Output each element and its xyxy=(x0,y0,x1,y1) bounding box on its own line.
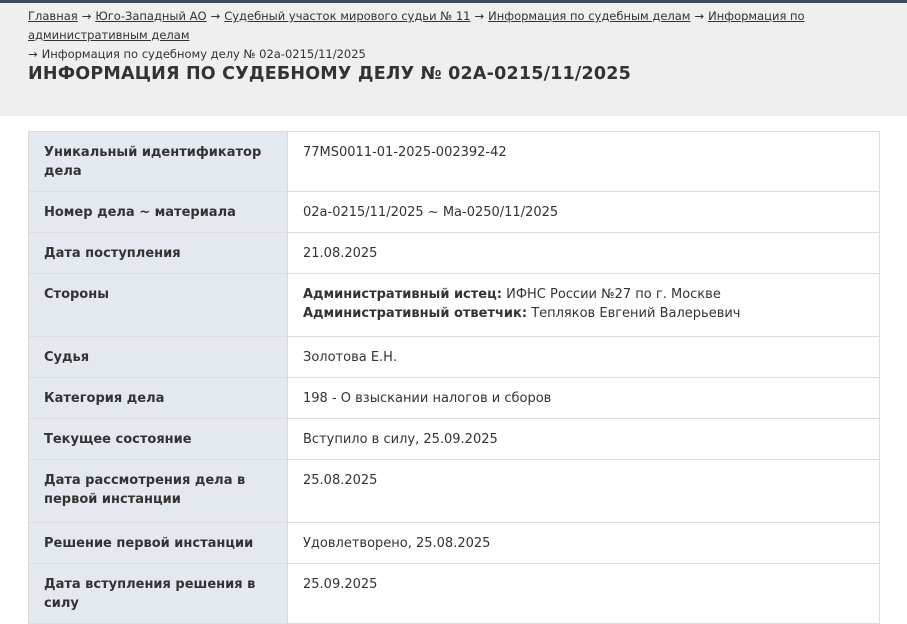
row-value: 21.08.2025 xyxy=(287,232,880,274)
parties-value: Административный истец: ИФНС России №27 … xyxy=(287,273,880,337)
table-row: Стороны Административный истец: ИФНС Рос… xyxy=(28,273,880,337)
breadcrumb-separator: → xyxy=(28,47,38,61)
breadcrumb-separator: → xyxy=(210,9,221,23)
row-label: Дата поступления xyxy=(28,232,288,274)
row-label: Текущее состояние xyxy=(28,418,288,460)
party-role: Административный ответчик: xyxy=(303,306,528,321)
row-value: 25.08.2025 xyxy=(287,459,880,523)
row-value: Золотова Е.Н. xyxy=(287,336,880,378)
page-header: Главная → Юго-Западный АО → Судебный участок… xyxy=(0,3,907,116)
table-row: Дата рассмотрения дела в первой инстанци… xyxy=(28,459,880,523)
row-label: Судья xyxy=(28,336,288,378)
party-name: Тепляков Евгений Валерьевич xyxy=(531,306,741,321)
row-label: Стороны xyxy=(28,273,288,337)
party-role: Административный истец: xyxy=(303,287,502,302)
row-value: Удовлетворено, 25.08.2025 xyxy=(287,522,880,564)
table-row: Уникальный идентификатор дела 77MS0011-0… xyxy=(28,131,880,192)
breadcrumb-link-court-section[interactable]: Судебный участок мирового судьи № 11 xyxy=(224,9,470,23)
party-name: ИФНС России №27 по г. Москве xyxy=(506,287,721,302)
row-label: Категория дела xyxy=(28,377,288,419)
breadcrumb-separator: → xyxy=(81,9,92,23)
breadcrumb-current: Информация по судебному делу № 02а-0215/… xyxy=(41,47,366,61)
breadcrumb-link-district[interactable]: Юго-Западный АО xyxy=(95,9,206,23)
party-defendant: Административный ответчик: Тепляков Евге… xyxy=(303,304,864,323)
breadcrumb-link-court-cases[interactable]: Информация по судебным делам xyxy=(488,9,690,23)
breadcrumb-separator: → xyxy=(474,9,485,23)
table-row: Дата вступления решения в силу 25.09.202… xyxy=(28,563,880,624)
row-value: 77MS0011-01-2025-002392-42 xyxy=(287,131,880,192)
page-title: ИНФОРМАЦИЯ ПО СУДЕБНОМУ ДЕЛУ № 02А-0215/… xyxy=(28,64,632,84)
table-row: Текущее состояние Вступило в силу, 25.09… xyxy=(28,418,880,460)
row-label: Дата вступления решения в силу xyxy=(28,563,288,624)
row-label: Решение первой инстанции xyxy=(28,522,288,564)
table-row: Категория дела 198 - О взыскании налогов… xyxy=(28,377,880,419)
case-info-table: Уникальный идентификатор дела 77MS0011-0… xyxy=(28,131,880,624)
table-row: Решение первой инстанции Удовлетворено, … xyxy=(28,522,880,564)
row-value: 25.09.2025 xyxy=(287,563,880,624)
breadcrumb-separator: → xyxy=(694,9,705,23)
row-label: Дата рассмотрения дела в первой инстанци… xyxy=(28,459,288,523)
row-label: Уникальный идентификатор дела xyxy=(28,131,288,192)
row-label: Номер дела ~ материала xyxy=(28,191,288,233)
breadcrumb: Главная → Юго-Западный АО → Судебный участок… xyxy=(28,7,898,64)
party-plaintiff: Административный истец: ИФНС России №27 … xyxy=(303,285,864,304)
breadcrumb-link-home[interactable]: Главная xyxy=(28,9,78,23)
table-row: Номер дела ~ материала 02а-0215/11/2025 … xyxy=(28,191,880,233)
row-value: 02а-0215/11/2025 ~ Ма-0250/11/2025 xyxy=(287,191,880,233)
table-row: Судья Золотова Е.Н. xyxy=(28,336,880,378)
row-value: 198 - О взыскании налогов и сборов xyxy=(287,377,880,419)
row-value: Вступило в силу, 25.09.2025 xyxy=(287,418,880,460)
table-row: Дата поступления 21.08.2025 xyxy=(28,232,880,274)
